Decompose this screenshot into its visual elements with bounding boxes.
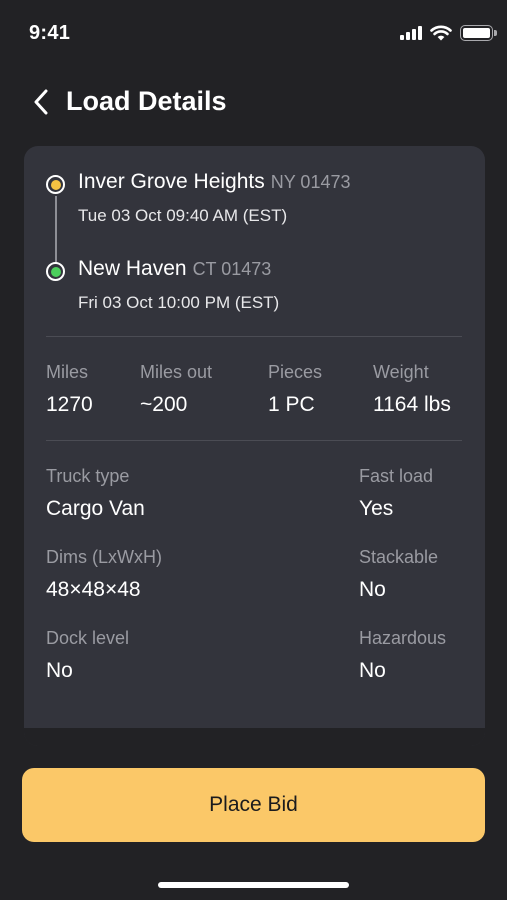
stat-pieces-label: Pieces [268,362,323,382]
pickup-city: Inver Grove Heights [78,170,265,193]
pickup-state-zip: NY 01473 [270,172,351,192]
stat-miles-out-value: ~200 [140,393,188,416]
stat-weight-value: 1164 lbs [373,393,451,416]
detail-dock-level-value: No [46,659,73,682]
detail-dims: Dims (LxWxH) 48×48×48 [46,547,162,602]
route-connector-line [55,196,57,263]
home-indicator[interactable] [158,882,349,888]
dropoff-location: New Haven CT 01473 [78,257,271,281]
detail-fast-load-label: Fast load [359,466,434,486]
stat-miles-out-label: Miles out [140,362,213,382]
detail-hazardous: Hazardous No [359,628,446,683]
dropoff-city: New Haven [78,257,187,280]
card-scroll-edge [24,728,485,746]
back-button[interactable] [28,88,54,116]
dropoff-state-zip: CT 01473 [192,259,272,279]
place-bid-button[interactable]: Place Bid [22,768,485,842]
stat-miles-label: Miles [46,362,89,382]
divider [46,440,462,441]
stat-miles-value: 1270 [46,393,93,416]
battery-cap [494,30,497,36]
stat-weight-label: Weight [373,362,429,382]
detail-dims-value: 48×48×48 [46,578,141,601]
battery-icon [460,25,497,41]
dropoff-marker-icon [46,262,65,281]
dropoff-datetime: Fri 03 Oct 10:00 PM (EST) [78,293,280,312]
detail-stackable-label: Stackable [359,547,439,567]
detail-dock-level-label: Dock level [46,628,130,648]
detail-hazardous-value: No [359,659,386,682]
status-time: 9:41 [29,22,71,44]
divider [46,336,462,337]
wifi-icon [430,25,452,41]
detail-hazardous-label: Hazardous [359,628,447,648]
detail-fast-load-value: Yes [359,497,394,520]
pickup-marker-icon [46,175,65,194]
detail-truck-type: Truck type Cargo Van [46,466,145,521]
status-icons [400,25,497,41]
stat-miles: Miles 1270 [46,362,93,417]
detail-dims-label: Dims (LxWxH) [46,547,162,567]
stat-miles-out: Miles out ~200 [140,362,212,417]
stat-pieces-value: 1 PC [268,393,315,416]
detail-fast-load: Fast load Yes [359,466,433,521]
detail-truck-type-value: Cargo Van [46,497,145,520]
pickup-datetime: Tue 03 Oct 09:40 AM (EST) [78,206,288,225]
battery-fill [463,28,490,38]
pickup-location: Inver Grove Heights NY 01473 [78,170,350,194]
load-details-card: Inver Grove Heights NY 01473 Tue 03 Oct 0… [24,146,485,746]
signal-icon [400,26,422,40]
stat-pieces: Pieces 1 PC [268,362,322,417]
chevron-left-icon [34,89,48,115]
page-title: Load Details [66,86,227,116]
header: Load Details [0,80,507,124]
detail-dock-level: Dock level No [46,628,129,683]
detail-truck-type-label: Truck type [46,466,130,486]
status-bar: 9:41 [0,0,507,64]
detail-stackable-value: No [359,578,386,601]
detail-stackable: Stackable No [359,547,438,602]
stat-weight: Weight 1164 lbs [373,362,451,417]
